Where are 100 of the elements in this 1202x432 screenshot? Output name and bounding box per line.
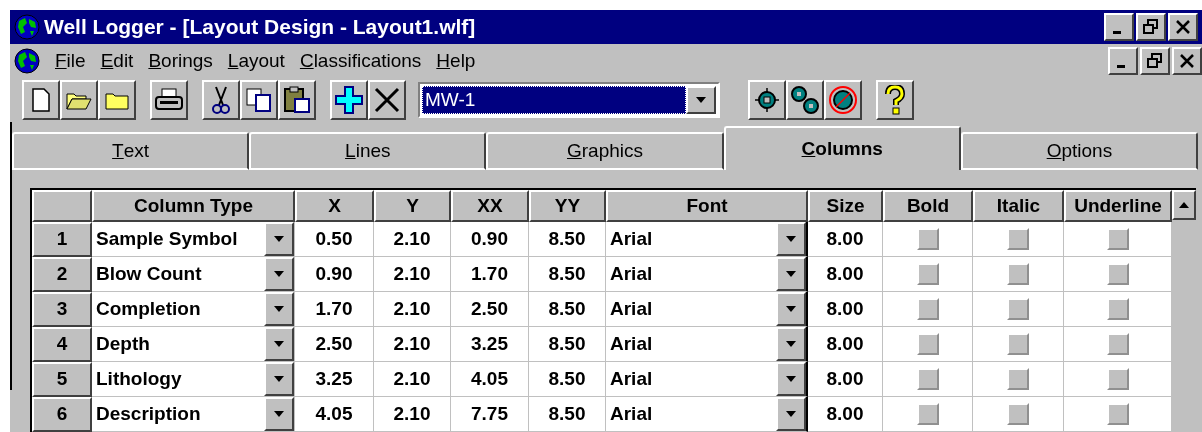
checkbox[interactable] <box>916 228 939 250</box>
column-header[interactable]: Italic <box>973 190 1064 222</box>
close-icon <box>1179 53 1195 69</box>
print-button[interactable] <box>150 80 188 120</box>
tab[interactable]: Graphics <box>486 132 724 170</box>
dropdown-button[interactable] <box>776 257 806 291</box>
tab[interactable]: Lines <box>249 132 487 170</box>
column-header[interactable]: Font <box>606 190 808 222</box>
tab[interactable]: Text <box>12 132 250 170</box>
checkbox[interactable] <box>1106 403 1129 425</box>
cut-button[interactable] <box>202 80 240 120</box>
dropdown-button[interactable] <box>264 327 294 361</box>
row-header[interactable]: 4 <box>32 327 92 362</box>
checkbox[interactable] <box>1106 333 1129 355</box>
checkbox[interactable] <box>1106 228 1129 250</box>
scroll-up-button[interactable] <box>1172 190 1196 220</box>
caret-icon <box>785 305 797 313</box>
dropdown-button[interactable] <box>686 86 716 114</box>
checkbox[interactable] <box>1007 333 1029 355</box>
checkbox[interactable] <box>1007 228 1029 250</box>
row-header[interactable]: 1 <box>32 222 92 257</box>
dropdown-button[interactable] <box>264 362 294 396</box>
column-header[interactable]: Y <box>374 190 451 222</box>
minimize-button[interactable] <box>1104 13 1134 41</box>
table-cell: 8.50 <box>529 327 606 362</box>
checkbox[interactable] <box>916 403 939 425</box>
checkbox[interactable] <box>1106 368 1129 390</box>
new-file-button[interactable] <box>22 80 60 120</box>
caret-icon <box>785 340 797 348</box>
table-cell-text: Arial <box>609 296 654 321</box>
row-header[interactable]: 5 <box>32 362 92 397</box>
tab[interactable]: Columns <box>723 126 961 170</box>
boring-select[interactable]: MW-1 <box>418 82 720 118</box>
circle-button[interactable] <box>824 80 862 120</box>
dropdown-button[interactable] <box>776 327 806 361</box>
dropdown-button[interactable] <box>776 292 806 326</box>
checkbox[interactable] <box>1007 263 1029 285</box>
table-cell: 8.00 <box>808 397 883 432</box>
dropdown-button[interactable] <box>264 257 294 291</box>
menu-item[interactable]: Help <box>436 46 476 76</box>
table-cell: 8.00 <box>808 362 883 397</box>
checkbox[interactable] <box>1106 298 1129 320</box>
dropdown-button[interactable] <box>264 222 294 256</box>
dropdown-button[interactable] <box>776 362 806 396</box>
two-circles-button[interactable] <box>786 80 824 120</box>
column-header[interactable]: Size <box>808 190 883 222</box>
column-header[interactable]: Underline <box>1064 190 1172 222</box>
column-header[interactable]: XX <box>451 190 529 222</box>
checkbox[interactable] <box>1007 298 1029 320</box>
column-header[interactable]: X <box>295 190 374 222</box>
paste-button[interactable] <box>278 80 316 120</box>
menu-item[interactable]: Edit <box>100 46 134 76</box>
dropdown-button[interactable] <box>776 222 806 256</box>
row-header[interactable]: 6 <box>32 397 92 432</box>
menu-item[interactable]: Classifications <box>299 46 422 76</box>
checkbox[interactable] <box>1007 403 1029 425</box>
new-file-icon <box>32 88 50 112</box>
close-button[interactable] <box>1168 13 1198 41</box>
restore-button[interactable] <box>1136 13 1166 41</box>
table-cell: 1.70 <box>295 292 374 327</box>
open-folder-button[interactable] <box>60 80 98 120</box>
checkbox[interactable] <box>1106 263 1129 285</box>
tab[interactable]: Options <box>960 132 1198 170</box>
column-header[interactable]: Bold <box>883 190 973 222</box>
table-cell: 2.10 <box>374 222 451 257</box>
target-button[interactable] <box>748 80 786 120</box>
table-cell: 8.00 <box>808 327 883 362</box>
help-button[interactable] <box>876 80 914 120</box>
column-header[interactable]: YY <box>529 190 606 222</box>
checkbox[interactable] <box>1007 368 1029 390</box>
dropdown-button[interactable] <box>264 397 294 431</box>
delete-icon <box>373 86 401 114</box>
menu-item[interactable]: File <box>55 46 86 76</box>
column-header[interactable]: Column Type <box>92 190 295 222</box>
table-cell-text: Arial <box>609 401 654 426</box>
close-button[interactable] <box>1172 47 1202 75</box>
checkbox[interactable] <box>916 333 939 355</box>
table-cell: 1.70 <box>451 257 529 292</box>
table-cell-text: Arial <box>609 366 654 391</box>
checkbox[interactable] <box>916 298 939 320</box>
up-arrow-icon <box>1178 201 1190 209</box>
minimize-button[interactable] <box>1108 47 1138 75</box>
row-header[interactable]: 3 <box>32 292 92 327</box>
dropdown-button[interactable] <box>264 292 294 326</box>
document-globe-icon <box>14 48 40 74</box>
caret-icon <box>273 410 285 418</box>
caret-icon <box>273 305 285 313</box>
restore-button[interactable] <box>1140 47 1170 75</box>
delete-button[interactable] <box>368 80 406 120</box>
add-button[interactable] <box>330 80 368 120</box>
folder-icon <box>105 90 129 110</box>
dropdown-button[interactable] <box>776 397 806 431</box>
open-folder-icon <box>66 90 92 110</box>
menu-item[interactable]: Borings <box>148 46 213 76</box>
copy-button[interactable] <box>240 80 278 120</box>
checkbox[interactable] <box>916 368 939 390</box>
folder-button[interactable] <box>98 80 136 120</box>
checkbox[interactable] <box>916 263 939 285</box>
menu-item[interactable]: Layout <box>227 46 285 76</box>
row-header[interactable]: 2 <box>32 257 92 292</box>
